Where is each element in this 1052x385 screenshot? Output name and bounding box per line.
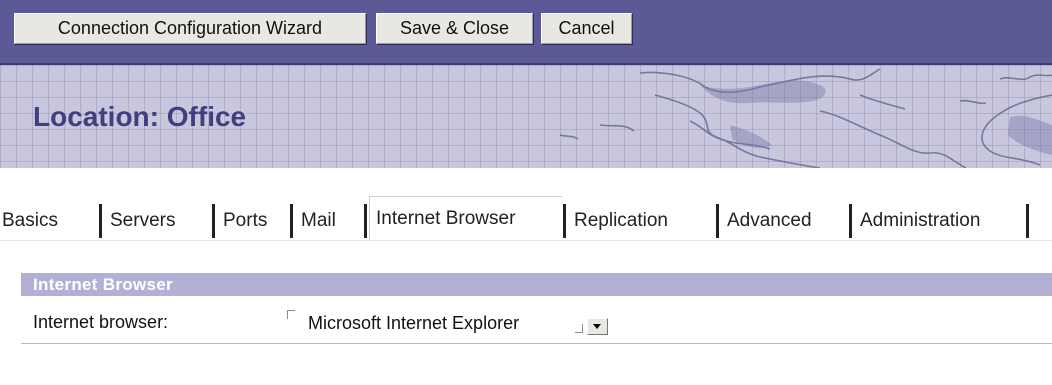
internet-browser-value[interactable]: Microsoft Internet Explorer: [308, 313, 519, 334]
tab-separator: [212, 204, 215, 238]
field-corner-top-left: [287, 310, 295, 319]
action-toolbar: Connection Configuration Wizard Save & C…: [0, 0, 1052, 65]
section-header: Internet Browser: [21, 273, 1052, 296]
tab-mail[interactable]: Mail: [295, 204, 342, 238]
location-banner: Location: Office: [0, 65, 1052, 168]
tab-separator: [364, 204, 367, 238]
chevron-down-icon[interactable]: [587, 318, 608, 335]
tab-separator: [716, 204, 719, 238]
field-corner-bottom-right: [575, 324, 583, 333]
tab-advanced[interactable]: Advanced: [721, 204, 818, 238]
tab-internet-browser[interactable]: Internet Browser: [369, 196, 562, 240]
tab-separator: [1026, 204, 1029, 238]
connection-configuration-wizard-button[interactable]: Connection Configuration Wizard: [14, 13, 366, 44]
cancel-button[interactable]: Cancel: [541, 13, 632, 44]
page-title: Location: Office: [33, 101, 247, 132]
internet-browser-select[interactable]: Microsoft Internet Explorer: [287, 306, 647, 336]
tab-servers[interactable]: Servers: [104, 204, 181, 238]
tab-basics[interactable]: Basics: [0, 204, 64, 238]
tab-separator: [849, 204, 852, 238]
tab-bar: Basics Servers Ports Mail Internet Brows…: [0, 196, 1052, 240]
tab-ports[interactable]: Ports: [217, 204, 273, 238]
tab-bar-underline: [0, 240, 1052, 241]
row-divider: [21, 343, 1052, 344]
tab-replication[interactable]: Replication: [568, 204, 674, 238]
tab-separator: [290, 204, 293, 238]
tab-administration[interactable]: Administration: [854, 204, 986, 238]
tab-separator: [563, 204, 566, 238]
save-and-close-button[interactable]: Save & Close: [376, 13, 533, 44]
internet-browser-label: Internet browser:: [33, 312, 169, 332]
tab-separator: [99, 204, 102, 238]
